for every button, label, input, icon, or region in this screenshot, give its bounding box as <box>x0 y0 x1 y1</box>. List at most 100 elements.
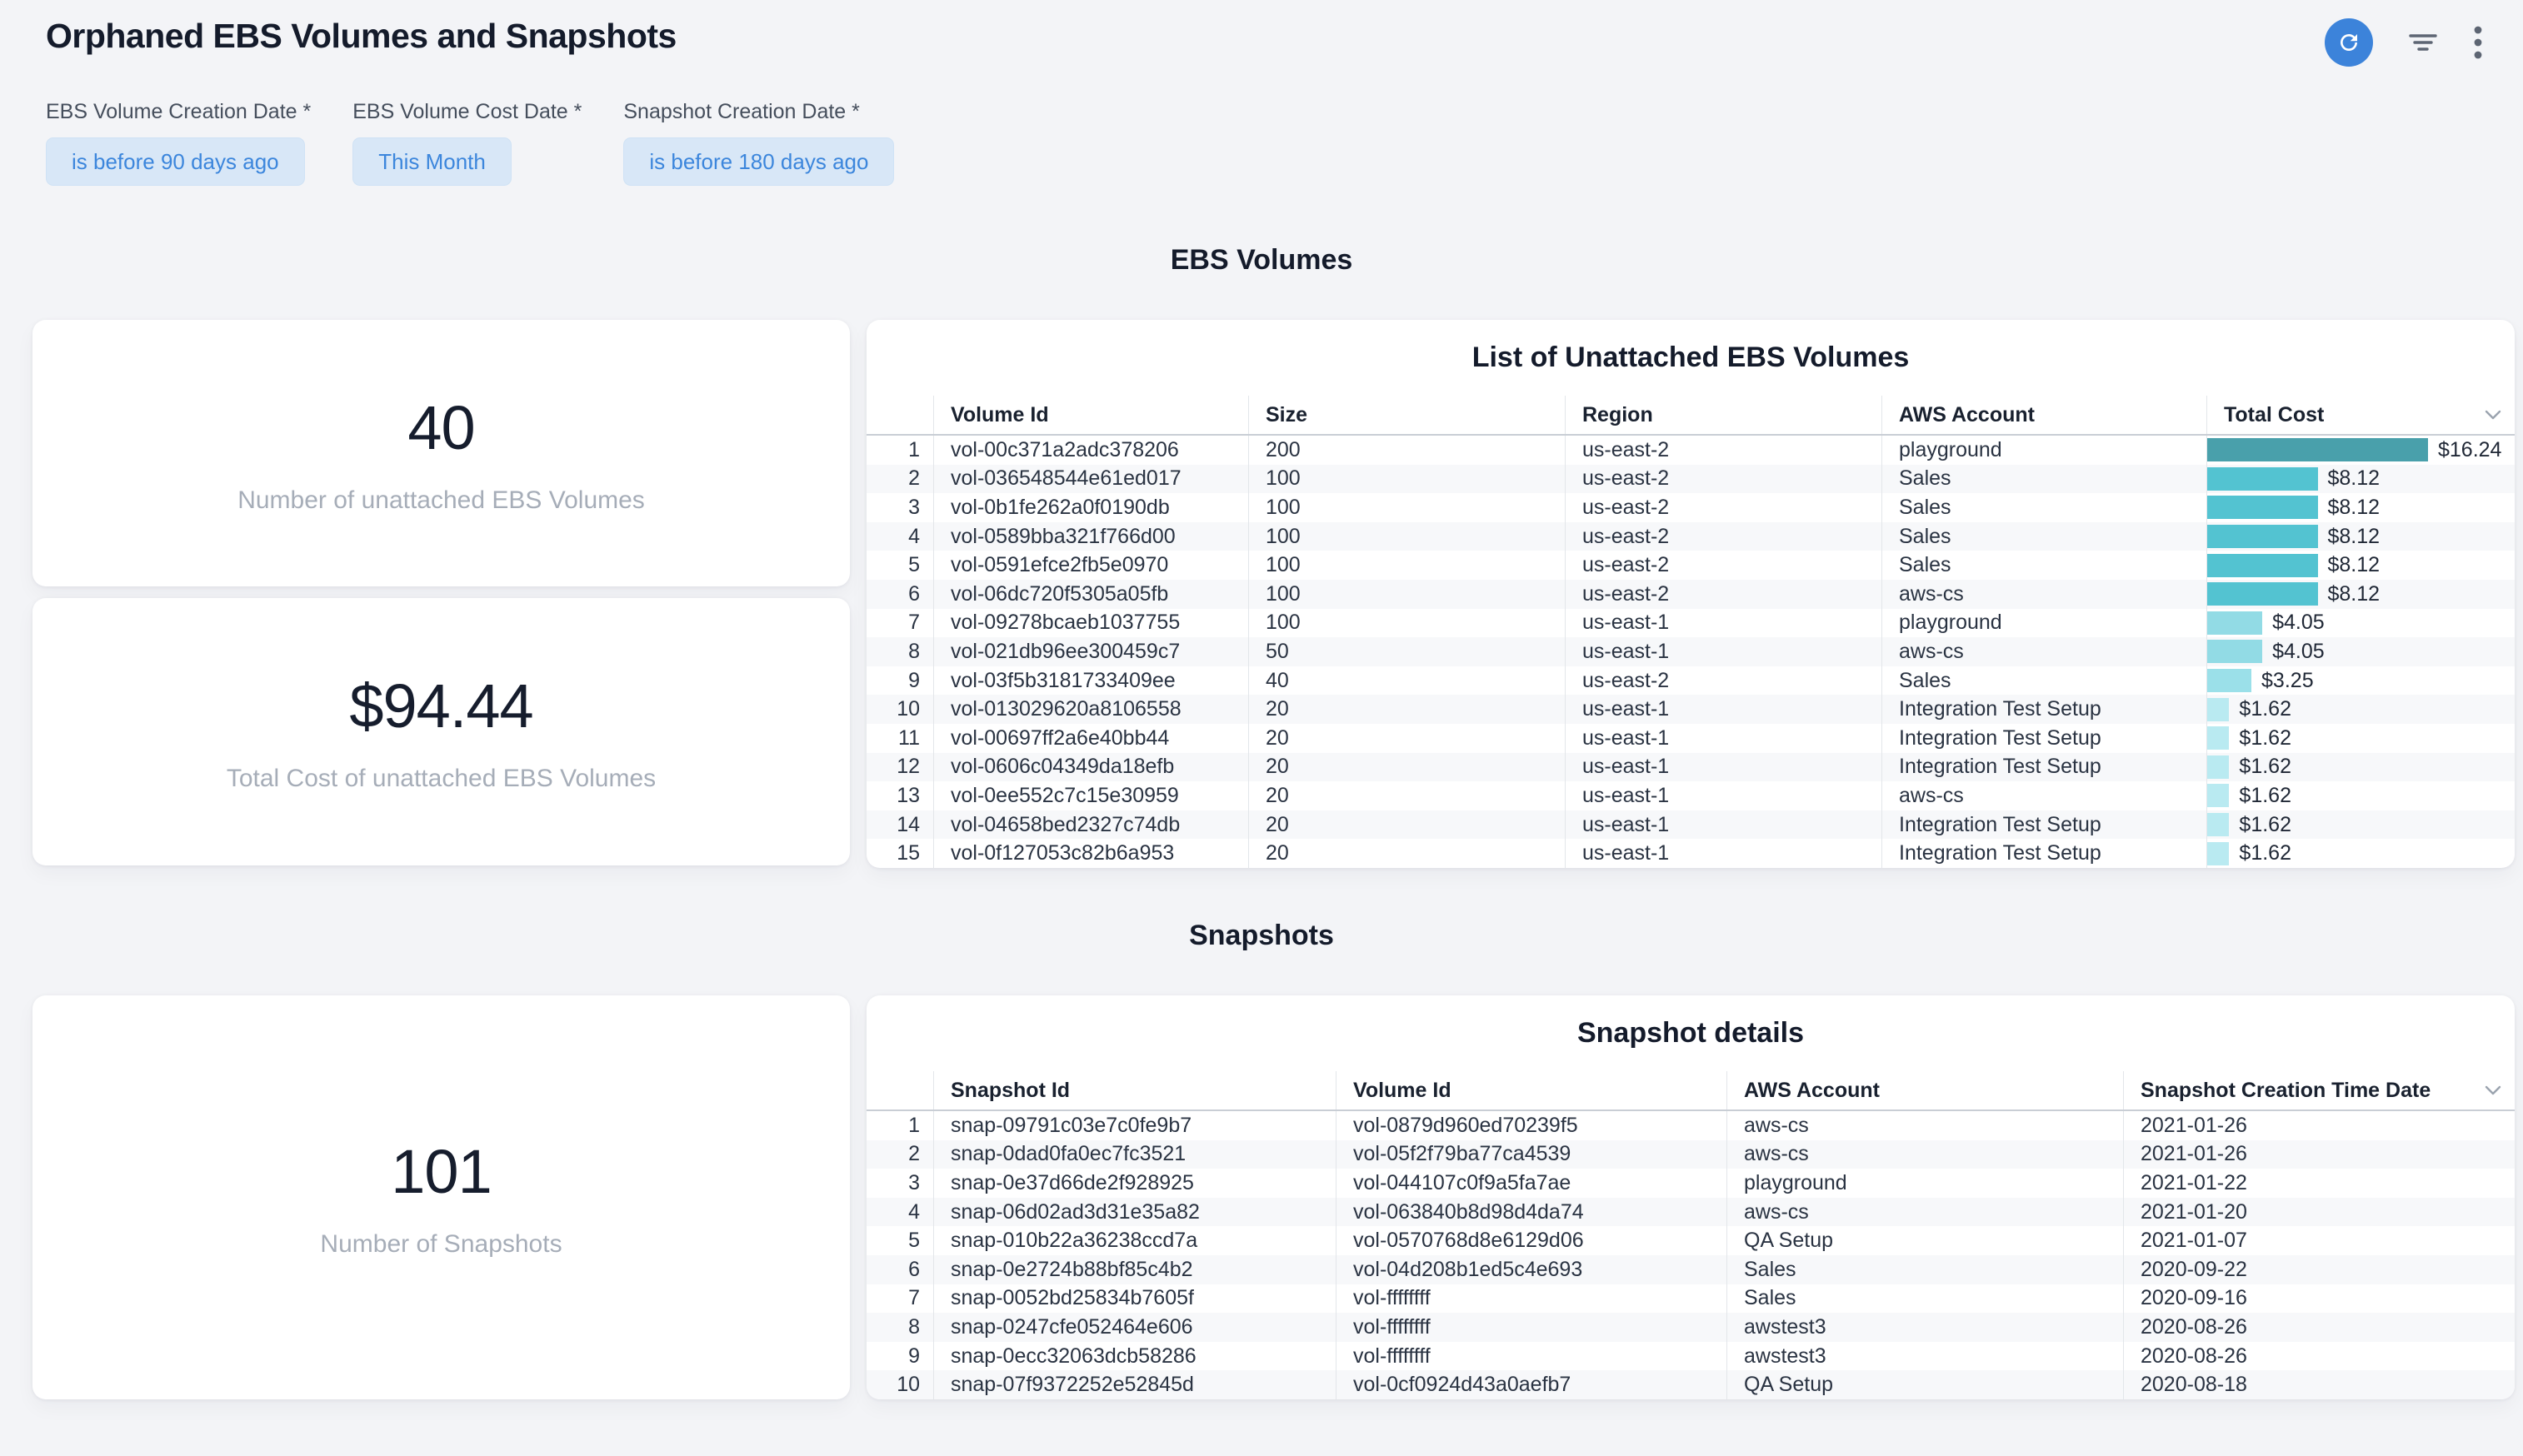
table-row: 6 vol-06dc720f5305a05fb 100 us-east-2 aw… <box>867 580 2515 609</box>
cell-snapshot-creation-date: 2020-08-26 <box>2123 1313 2515 1342</box>
chevron-down-icon <box>2485 1085 2501 1095</box>
cell-size: 20 <box>1248 753 1565 782</box>
filter-button[interactable] <box>2408 29 2438 56</box>
cell-aws-account: Sales <box>1726 1284 2123 1314</box>
cell-volume-id: vol-03f5b3181733409ee <box>933 666 1248 696</box>
filter-label: EBS Volume Cost Date * <box>352 100 582 124</box>
cell-volume-id: vol-0589bba321f766d00 <box>933 522 1248 551</box>
row-index: 6 <box>867 580 933 609</box>
cell-snapshot-id: snap-0dad0fa0ec7fc3521 <box>933 1140 1336 1169</box>
row-index: 6 <box>867 1255 933 1284</box>
table-body: 1 vol-00c371a2adc378206 200 us-east-2 pl… <box>867 436 2515 868</box>
cost-bar <box>2207 611 2262 635</box>
table-row: 8 snap-0247cfe052464e606 vol-ffffffff aw… <box>867 1313 2515 1342</box>
cell-region: us-east-2 <box>1565 493 1881 522</box>
cost-value: $8.12 <box>2328 496 2381 520</box>
row-index: 3 <box>867 1169 933 1198</box>
cell-aws-account: aws-cs <box>1881 580 2206 609</box>
row-index: 8 <box>867 637 933 666</box>
column-header-volume-id[interactable]: Volume Id <box>1336 1071 1726 1109</box>
column-header-total-cost[interactable]: Total Cost <box>2206 396 2515 434</box>
cell-total-cost: $1.62 <box>2206 753 2515 782</box>
cost-value: $1.62 <box>2239 755 2291 779</box>
cell-volume-id: vol-0879d960ed70239f5 <box>1336 1111 1726 1140</box>
cell-snapshot-id: snap-07f9372252e52845d <box>933 1370 1336 1399</box>
filter-chip-snapshot-creation-date[interactable]: is before 180 days ago <box>623 137 894 186</box>
cell-region: us-east-1 <box>1565 839 1881 868</box>
cell-aws-account: aws-cs <box>1726 1198 2123 1227</box>
cell-snapshot-creation-date: 2021-01-22 <box>2123 1169 2515 1198</box>
cell-volume-id: vol-00697ff2a6e40bb44 <box>933 724 1248 753</box>
cell-volume-id: vol-05f2f79ba77ca4539 <box>1336 1140 1726 1169</box>
column-header-size[interactable]: Size <box>1248 396 1565 434</box>
snapshot-stat-cards: 101 Number of Snapshots <box>32 995 850 1399</box>
panel-snapshot-details: Snapshot details Snapshot Id Volume Id A… <box>867 995 2515 1399</box>
cost-bar <box>2207 467 2318 491</box>
cell-total-cost: $8.12 <box>2206 493 2515 522</box>
topbar: Orphaned EBS Volumes and Snapshots <box>0 0 2523 67</box>
cost-bar <box>2207 784 2229 807</box>
cell-total-cost: $1.62 <box>2206 781 2515 810</box>
ebs-volumes-table: Volume Id Size Region AWS Account Total … <box>867 396 2515 868</box>
cell-volume-id: vol-0f127053c82b6a953 <box>933 839 1248 868</box>
filter-chip-ebs-volume-cost-date[interactable]: This Month <box>352 137 512 186</box>
row-index: 2 <box>867 1140 933 1169</box>
column-header-region[interactable]: Region <box>1565 396 1881 434</box>
cell-aws-account: Sales <box>1881 465 2206 494</box>
panel-title: List of Unattached EBS Volumes <box>867 320 2515 374</box>
cell-aws-account: aws-cs <box>1726 1111 2123 1140</box>
column-header-index <box>867 396 933 434</box>
row-index: 9 <box>867 1342 933 1371</box>
column-header-index <box>867 1071 933 1109</box>
cell-aws-account: awstest3 <box>1726 1342 2123 1371</box>
table-row: 14 vol-04658bed2327c74db 20 us-east-1 In… <box>867 810 2515 840</box>
cost-bar <box>2207 554 2318 577</box>
column-header-aws-account[interactable]: AWS Account <box>1726 1071 2123 1109</box>
table-row: 1 snap-09791c03e7c0fe9b7 vol-0879d960ed7… <box>867 1111 2515 1140</box>
more-options-button[interactable] <box>2473 24 2483 61</box>
cell-aws-account: playground <box>1881 436 2206 465</box>
cost-bar <box>2207 525 2318 548</box>
row-index: 9 <box>867 666 933 696</box>
cell-volume-id: vol-0606c04349da18efb <box>933 753 1248 782</box>
cell-snapshot-id: snap-06d02ad3d31e35a82 <box>933 1198 1336 1227</box>
column-header-snapshot-creation-time-date[interactable]: Snapshot Creation Time Date <box>2123 1071 2515 1109</box>
cell-aws-account: aws-cs <box>1726 1140 2123 1169</box>
cell-snapshot-creation-date: 2020-08-18 <box>2123 1370 2515 1399</box>
cell-region: us-east-2 <box>1565 465 1881 494</box>
cell-aws-account: playground <box>1881 609 2206 638</box>
cell-aws-account: Integration Test Setup <box>1881 753 2206 782</box>
cell-volume-id: vol-ffffffff <box>1336 1313 1726 1342</box>
cell-region: us-east-2 <box>1565 551 1881 580</box>
refresh-button[interactable] <box>2325 18 2373 67</box>
cell-region: us-east-1 <box>1565 753 1881 782</box>
column-header-aws-account[interactable]: AWS Account <box>1881 396 2206 434</box>
cost-value: $1.62 <box>2239 784 2291 808</box>
row-index: 7 <box>867 1284 933 1314</box>
stat-label: Number of Snapshots <box>320 1230 562 1259</box>
cell-aws-account: Sales <box>1881 666 2206 696</box>
cell-region: us-east-1 <box>1565 781 1881 810</box>
table-row: 15 vol-0f127053c82b6a953 20 us-east-1 In… <box>867 839 2515 868</box>
column-header-snapshot-id[interactable]: Snapshot Id <box>933 1071 1336 1109</box>
table-row: 12 vol-0606c04349da18efb 20 us-east-1 In… <box>867 753 2515 782</box>
cell-aws-account: Integration Test Setup <box>1881 839 2206 868</box>
section-title-snapshots: Snapshots <box>0 920 2523 952</box>
cost-bar <box>2207 438 2428 461</box>
stat-label: Number of unattached EBS Volumes <box>237 486 645 515</box>
cell-volume-id: vol-036548544e61ed017 <box>933 465 1248 494</box>
filter-bar: EBS Volume Creation Date * is before 90 … <box>0 67 2523 186</box>
row-index: 4 <box>867 522 933 551</box>
cell-total-cost: $8.12 <box>2206 551 2515 580</box>
cell-aws-account: Sales <box>1881 493 2206 522</box>
row-index: 2 <box>867 465 933 494</box>
stat-card-snapshot-count: 101 Number of Snapshots <box>32 995 850 1399</box>
cell-snapshot-creation-date: 2020-09-22 <box>2123 1255 2515 1284</box>
cell-volume-id: vol-09278bcaeb1037755 <box>933 609 1248 638</box>
filter-chip-ebs-volume-creation-date[interactable]: is before 90 days ago <box>46 137 305 186</box>
column-header-volume-id[interactable]: Volume Id <box>933 396 1248 434</box>
cell-total-cost: $3.25 <box>2206 666 2515 696</box>
kebab-menu-icon <box>2473 24 2483 61</box>
cell-region: us-east-1 <box>1565 810 1881 840</box>
cost-value: $4.05 <box>2272 640 2325 664</box>
